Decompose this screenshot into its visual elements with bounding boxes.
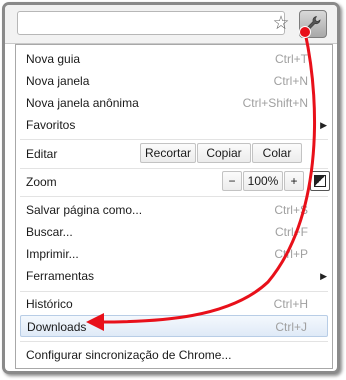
annotation-arrow (86, 26, 317, 331)
